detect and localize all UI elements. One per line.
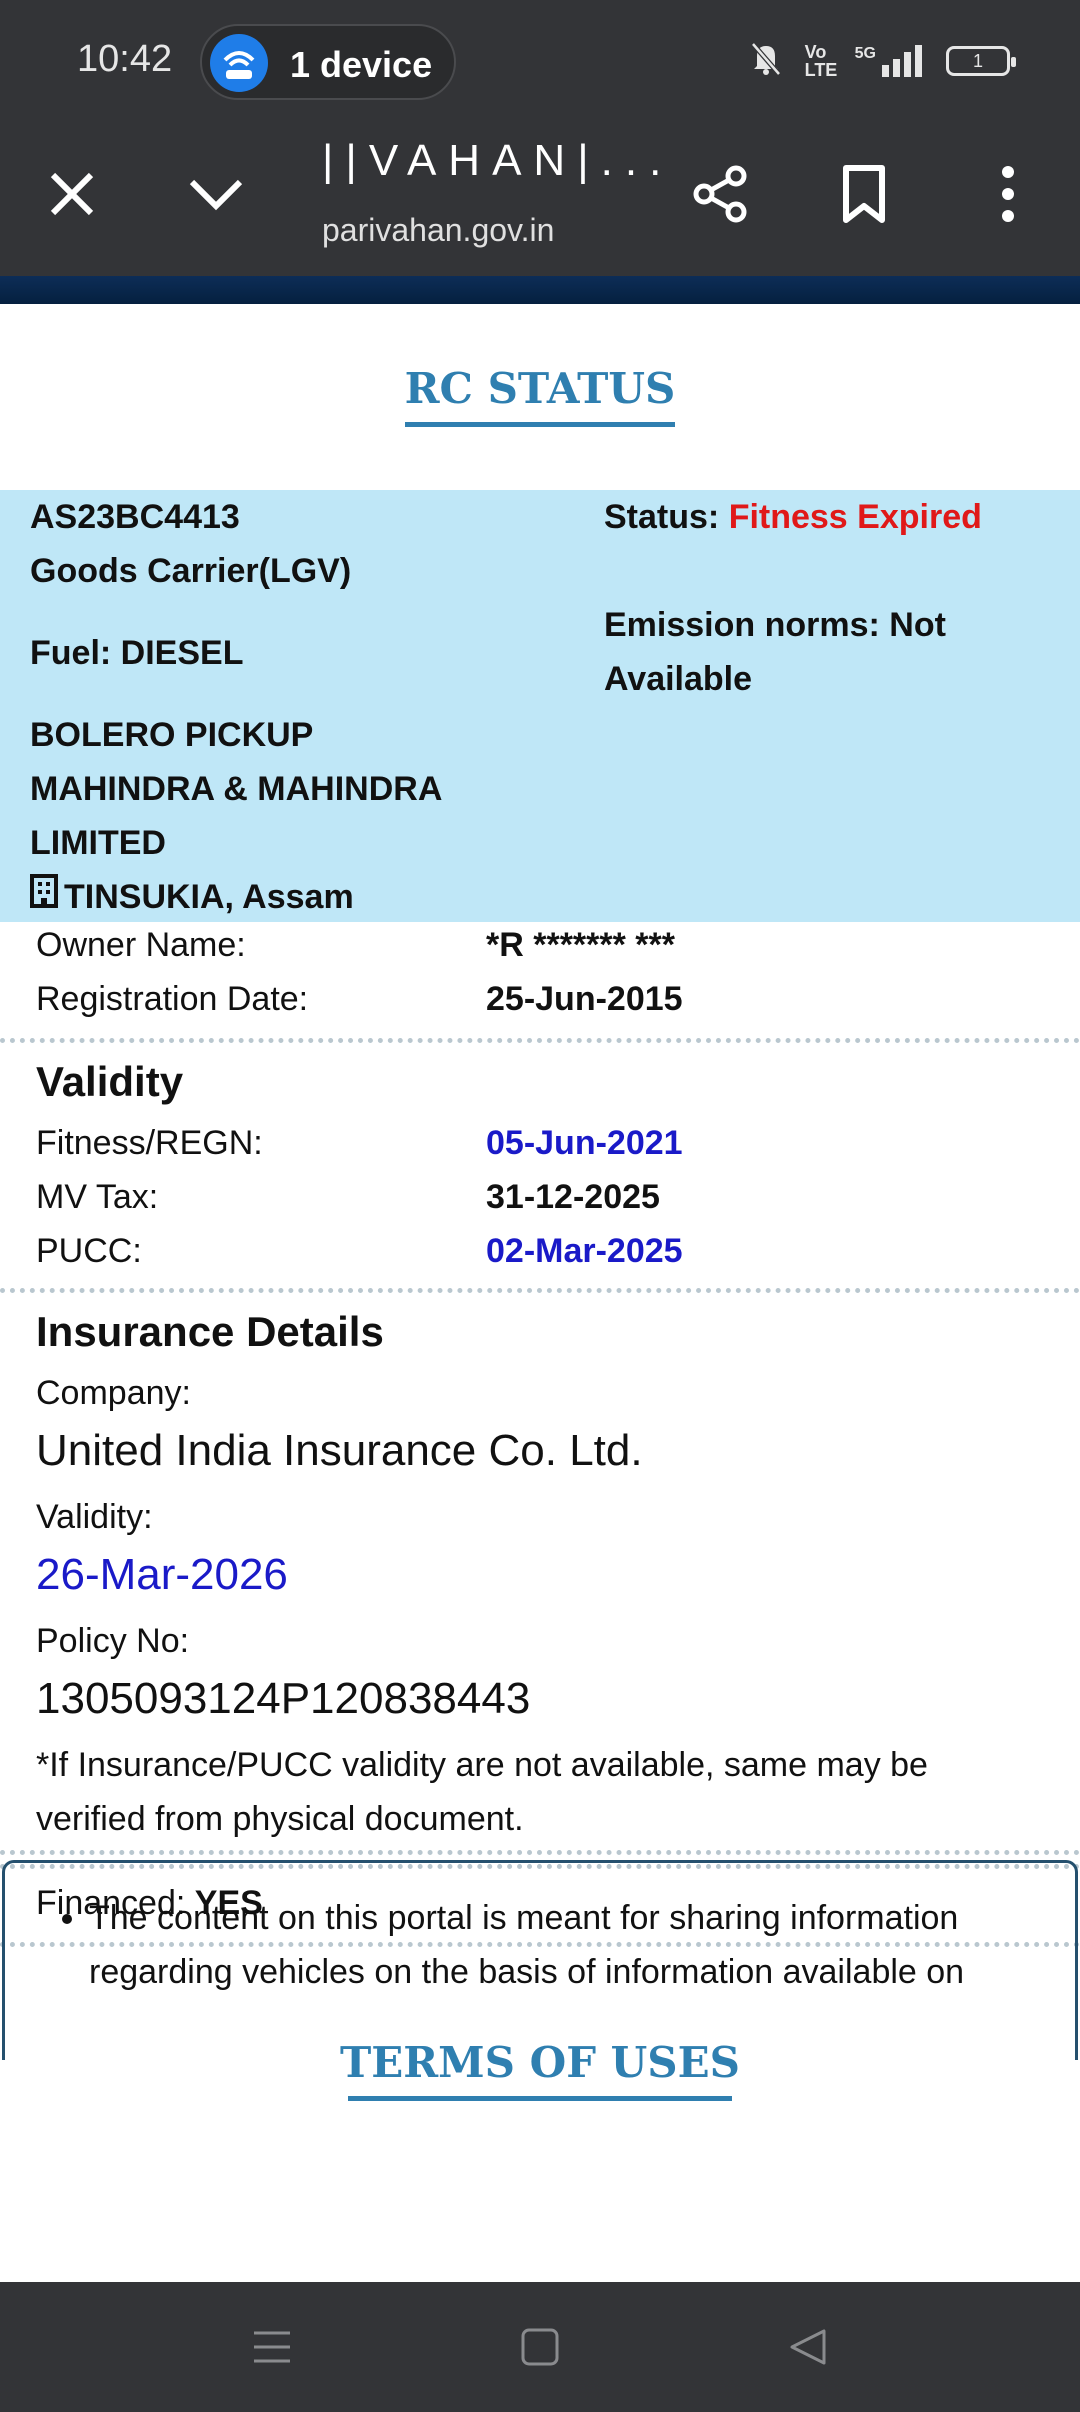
heading-underline bbox=[405, 422, 675, 427]
company-label: Company: bbox=[36, 1374, 191, 1412]
home-square-icon[interactable] bbox=[500, 2312, 580, 2382]
nav-bar bbox=[0, 2282, 1080, 2412]
chevron-down-icon[interactable] bbox=[176, 154, 256, 234]
owner-value: *R ******* *** bbox=[486, 926, 675, 964]
policy-value: 1305093124P120838443 bbox=[36, 1674, 531, 1723]
volte-label: Vo LTE bbox=[804, 41, 838, 80]
fitness-label: Fitness/REGN: bbox=[36, 1124, 263, 1162]
emission-line2: Available bbox=[604, 660, 753, 698]
reg-number: AS23BC4413 bbox=[30, 498, 240, 536]
company-value: United India Insurance Co. Ltd. bbox=[36, 1426, 643, 1475]
insurance-validity-label: Validity: bbox=[36, 1498, 153, 1536]
hotspot-pill[interactable]: 1 device bbox=[200, 24, 456, 100]
status-label: Status: bbox=[604, 498, 720, 536]
header-strip bbox=[0, 276, 1080, 304]
pucc-value: 02-Mar-2025 bbox=[486, 1232, 683, 1270]
share-icon[interactable] bbox=[680, 154, 760, 234]
battery-icon: 1 bbox=[946, 45, 1016, 76]
insurance-validity-value: 26-Mar-2026 bbox=[36, 1550, 288, 1599]
vehicle-model: BOLERO PICKUP bbox=[30, 716, 314, 754]
reg-date-value: 25-Jun-2015 bbox=[486, 980, 683, 1018]
signal-icon: 5G bbox=[854, 44, 924, 77]
validity-title: Validity bbox=[36, 1058, 184, 1105]
owner-label: Owner Name: bbox=[36, 926, 246, 964]
divider bbox=[0, 1038, 1080, 1044]
rto-location-text: TINSUKIA, Assam bbox=[64, 878, 354, 916]
bookmark-icon[interactable] bbox=[824, 154, 904, 234]
status-value: Fitness Expired bbox=[728, 498, 982, 536]
status-bar: 10:42 1 device Vo LTE 5G 1 bbox=[0, 0, 1080, 120]
emission-line1: Emission norms: Not bbox=[604, 606, 946, 644]
fuel-type: Fuel: DIESEL bbox=[30, 634, 244, 672]
status-time: 10:42 bbox=[77, 38, 173, 80]
url-text[interactable]: parivahan.gov.in bbox=[322, 212, 562, 249]
menu-icon[interactable] bbox=[232, 2312, 312, 2382]
maker-line1: MAHINDRA & MAHINDRA bbox=[30, 770, 443, 808]
rc-summary-box: AS23BC4413 Goods Carrier(LGV) Fuel: DIES… bbox=[0, 490, 1080, 922]
signal-5g-label: 5G bbox=[854, 44, 876, 62]
insurance-note: *If Insurance/PUCC validity are not avai… bbox=[36, 1746, 928, 1838]
terms-box: The content on this portal is meant for … bbox=[2, 1860, 1078, 2060]
rc-status-heading: RC STATUS bbox=[404, 364, 676, 413]
terms-underline bbox=[348, 2096, 732, 2101]
bell-muted-icon bbox=[749, 40, 783, 81]
back-triangle-icon[interactable] bbox=[768, 2312, 848, 2382]
reg-date-label: Registration Date: bbox=[36, 980, 309, 1018]
insurance-title: Insurance Details bbox=[36, 1308, 384, 1355]
browser-toolbar: ||VAHAN|... parivahan.gov.in bbox=[0, 120, 1080, 276]
building-icon bbox=[30, 870, 58, 924]
close-icon[interactable] bbox=[32, 154, 112, 234]
divider bbox=[0, 1850, 1080, 1856]
tax-value: 31-12-2025 bbox=[486, 1178, 660, 1216]
policy-label: Policy No: bbox=[36, 1622, 190, 1660]
fitness-value: 05-Jun-2021 bbox=[486, 1124, 683, 1162]
more-vert-icon[interactable] bbox=[968, 154, 1048, 234]
wifi-hotspot-icon bbox=[210, 34, 268, 92]
vehicle-class: Goods Carrier(LGV) bbox=[30, 552, 352, 590]
tax-label: MV Tax: bbox=[36, 1178, 159, 1216]
terms-item: The content on this portal is meant for … bbox=[89, 1891, 1075, 1999]
pucc-label: PUCC: bbox=[36, 1232, 142, 1270]
maker-line2: LIMITED bbox=[30, 824, 166, 862]
divider bbox=[0, 1288, 1080, 1294]
rto-location: TINSUKIA, Assam bbox=[30, 870, 354, 924]
status-line: Status: Fitness Expired bbox=[604, 490, 982, 544]
hotspot-label: 1 device bbox=[290, 44, 433, 85]
page-title[interactable]: ||VAHAN|... bbox=[322, 136, 673, 186]
